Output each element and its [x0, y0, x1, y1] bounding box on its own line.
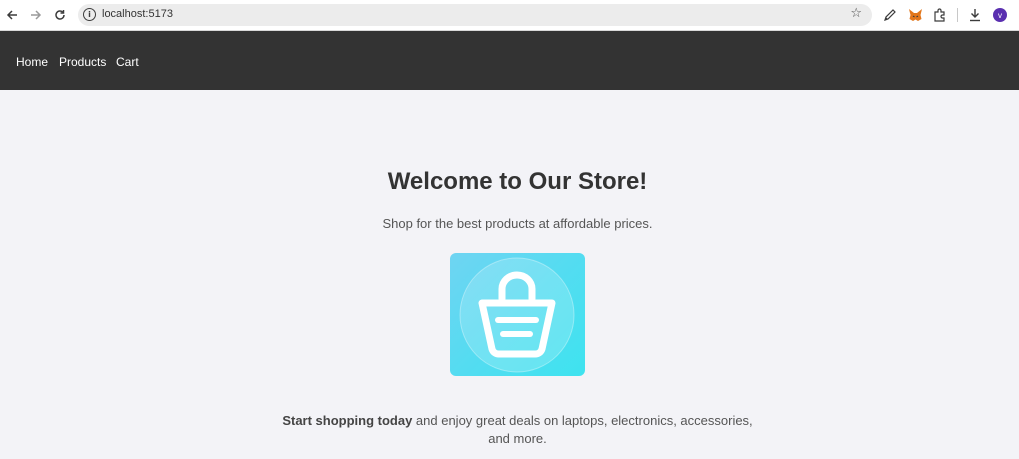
url-text[interactable]: localhost:5173	[102, 8, 173, 20]
nav-home-link[interactable]: Home	[16, 55, 48, 69]
download-icon[interactable]	[966, 6, 984, 24]
arrow-right-icon	[31, 10, 42, 20]
shopping-basket-icon	[459, 257, 575, 373]
hero-subtitle: Shop for the best products at affordable…	[382, 216, 653, 231]
nav-cart-link[interactable]: Cart	[116, 55, 139, 69]
site-navbar: Home Products Cart	[0, 31, 1019, 90]
store-logo-image	[450, 253, 585, 376]
pen-icon[interactable]	[881, 6, 899, 24]
hero-description: Start shopping today and enjoy great dea…	[270, 412, 765, 448]
star-icon[interactable]: ☆	[850, 6, 862, 21]
info-icon[interactable]: i	[83, 8, 96, 21]
reload-button[interactable]	[51, 6, 69, 24]
profile-avatar[interactable]: v	[993, 8, 1007, 22]
hero-section: Welcome to Our Store! Shop for the best …	[0, 90, 1019, 459]
back-button[interactable]	[3, 6, 21, 24]
forward-button[interactable]	[27, 6, 45, 24]
puzzle-icon[interactable]	[931, 6, 949, 24]
hero-description-bold: Start shopping today	[282, 413, 413, 428]
reload-icon	[55, 10, 65, 20]
nav-products-link[interactable]: Products	[59, 55, 106, 69]
hero-description-rest: and enjoy great deals on laptops, electr…	[412, 413, 753, 446]
page-title: Welcome to Our Store!	[387, 168, 648, 195]
browser-toolbar: i localhost:5173 ☆ v	[0, 0, 1019, 31]
toolbar-divider	[957, 8, 958, 22]
address-bar[interactable]: i localhost:5173 ☆	[78, 4, 872, 26]
arrow-left-icon	[6, 10, 17, 20]
metamask-fox-icon[interactable]	[906, 6, 924, 24]
